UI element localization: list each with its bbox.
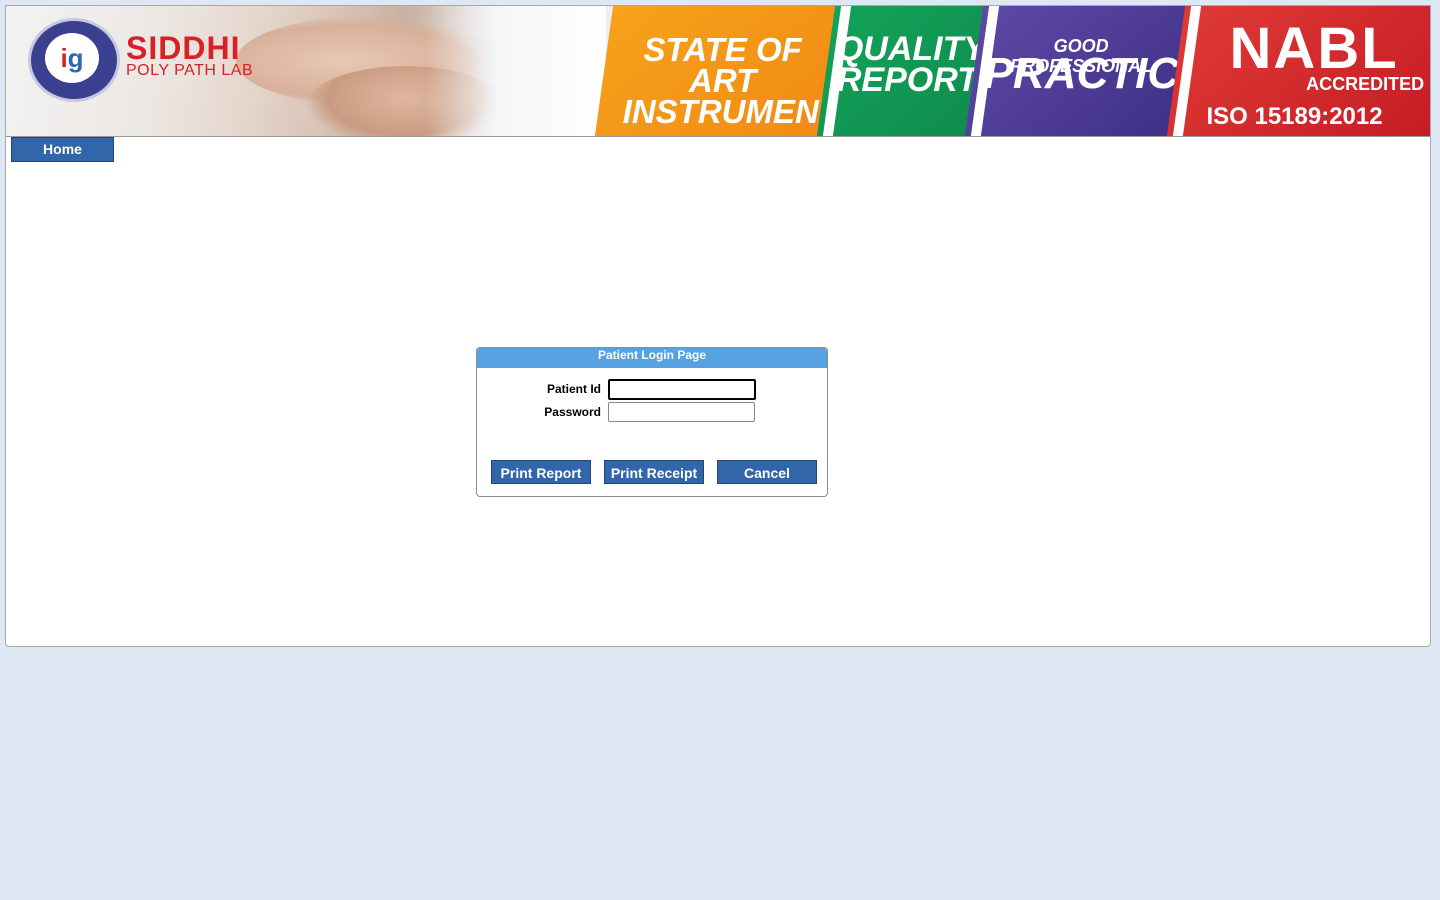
lab-logo-mark: ig	[45, 33, 99, 83]
banner-panel-nabl: NABL ACCREDITED ISO 15189:2012	[1166, 6, 1430, 136]
logo-letter-i: i	[60, 43, 68, 73]
nav-home-button[interactable]: Home	[11, 137, 114, 162]
print-receipt-button[interactable]: Print Receipt	[604, 460, 704, 484]
password-label: Password	[544, 405, 601, 419]
patient-id-input[interactable]	[608, 379, 756, 400]
cancel-button[interactable]: Cancel	[717, 460, 817, 484]
lab-logo: ig	[28, 18, 120, 102]
panel-nabl-text: NABL	[1229, 16, 1399, 81]
panel-instruments-text: STATE OF ART INSTRUMENTS	[622, 31, 849, 130]
brand-subtitle: POLY PATH LAB	[126, 62, 254, 79]
header-banner: ig SIDDHI POLY PATH LAB STATE OF ART INS…	[6, 6, 1430, 137]
panel-accredited-text: ACCREDITED	[1306, 74, 1425, 94]
logo-letter-g: g	[67, 43, 84, 73]
banner-sleeve-image	[426, 6, 606, 136]
banner-panel-instruments: STATE OF ART INSTRUMENTS	[594, 6, 849, 136]
page-frame: ig SIDDHI POLY PATH LAB STATE OF ART INS…	[5, 5, 1431, 647]
login-panel-title: Patient Login Page	[477, 348, 827, 368]
print-report-button[interactable]: Print Report	[491, 460, 591, 484]
panel-practice-big-text: PRACTICE	[983, 49, 1199, 98]
patient-id-label: Patient Id	[546, 382, 601, 396]
panel-iso-text: ISO 15189:2012	[1206, 103, 1383, 130]
panel-quality-text: QUALITY REPORT	[836, 30, 987, 99]
banner-panel-practice: GOOD PROFESSIONAL PRACTICE	[964, 6, 1199, 136]
banner-photo: ig SIDDHI POLY PATH LAB	[6, 6, 626, 136]
password-input[interactable]	[608, 402, 755, 422]
patient-login-panel: Patient Login Page Patient Id Password P…	[476, 347, 828, 497]
